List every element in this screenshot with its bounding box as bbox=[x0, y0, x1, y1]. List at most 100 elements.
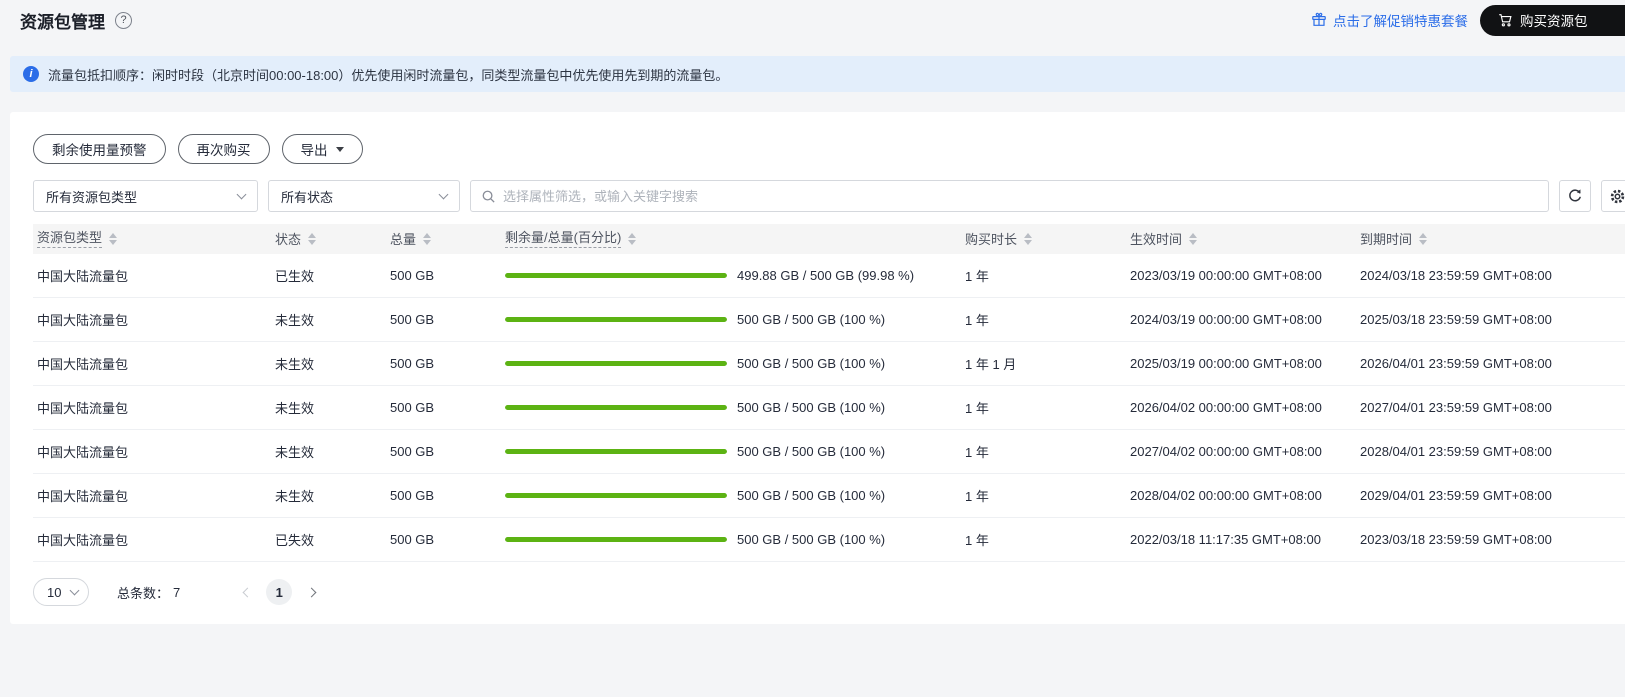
sort-desc-icon bbox=[1024, 240, 1033, 245]
cell-start-time: 2023/03/19 00:00:00 GMT+08:00 bbox=[1130, 268, 1322, 283]
cell-total: 500 GB bbox=[390, 268, 435, 283]
progress-bar-fill bbox=[505, 449, 727, 454]
promo-link[interactable]: 点击了解促销特惠套餐 bbox=[1311, 10, 1468, 30]
progress-track bbox=[505, 449, 727, 454]
table-header-cell[interactable]: 生效时间 bbox=[1126, 232, 1356, 247]
cell-duration: 1 年 bbox=[965, 401, 989, 416]
cell-duration: 1 年 bbox=[965, 533, 989, 548]
table-header-cell[interactable]: 状态 bbox=[271, 232, 386, 247]
sort-icon[interactable] bbox=[1189, 233, 1198, 245]
type-filter-select[interactable]: 所有资源包类型 bbox=[33, 180, 258, 212]
progress-bar-fill bbox=[505, 361, 727, 366]
status-filter-value: 所有状态 bbox=[281, 189, 334, 205]
cell-status: 未生效 bbox=[275, 445, 315, 460]
cell-package-type: 中国大陆流量包 bbox=[37, 489, 129, 504]
cell-remaining: 500 GB / 500 GB (100 %) bbox=[501, 444, 961, 459]
table-row[interactable]: 中国大陆流量包 已生效 500 GB 499.88 GB / 500 GB (9… bbox=[33, 254, 1625, 298]
cell-start-time: 2026/04/02 00:00:00 GMT+08:00 bbox=[1130, 400, 1322, 415]
progress-track bbox=[505, 537, 727, 542]
progress-wrap: 500 GB / 500 GB (100 %) bbox=[505, 488, 961, 503]
sort-icon[interactable] bbox=[423, 233, 432, 245]
sort-icon[interactable] bbox=[1419, 233, 1428, 245]
table-header-cell[interactable]: 资源包类型 bbox=[33, 230, 271, 248]
settings-button[interactable] bbox=[1601, 180, 1625, 212]
sort-icon[interactable] bbox=[628, 233, 637, 245]
cell-package-type: 中国大陆流量包 bbox=[37, 269, 129, 284]
cell-total: 500 GB bbox=[390, 400, 435, 415]
total-count-label: 总条数： bbox=[117, 585, 170, 601]
sort-asc-icon bbox=[628, 233, 637, 238]
table-row[interactable]: 中国大陆流量包 未生效 500 GB 500 GB / 500 GB (100 … bbox=[33, 386, 1625, 430]
column-label: 购买时长 bbox=[965, 231, 1018, 247]
sort-asc-icon bbox=[1189, 233, 1198, 238]
cell-package-type: 中国大陆流量包 bbox=[37, 401, 129, 416]
cell-status: 已失效 bbox=[275, 533, 315, 548]
buy-resource-label: 购买资源包 bbox=[1520, 14, 1588, 29]
sort-icon[interactable] bbox=[109, 233, 118, 245]
export-button[interactable]: 导出 bbox=[281, 134, 363, 164]
progress-label: 500 GB / 500 GB (100 %) bbox=[737, 312, 886, 327]
cell-remaining: 499.88 GB / 500 GB (99.98 %) bbox=[501, 268, 961, 283]
table-row[interactable]: 中国大陆流量包 已失效 500 GB 500 GB / 500 GB (100 … bbox=[33, 518, 1625, 562]
cart-icon bbox=[1498, 13, 1513, 28]
progress-label: 500 GB / 500 GB (100 %) bbox=[737, 532, 886, 547]
rebuy-label: 再次购买 bbox=[196, 143, 251, 158]
progress-wrap: 499.88 GB / 500 GB (99.98 %) bbox=[505, 268, 961, 283]
table-row[interactable]: 中国大陆流量包 未生效 500 GB 500 GB / 500 GB (100 … bbox=[33, 474, 1625, 518]
progress-wrap: 500 GB / 500 GB (100 %) bbox=[505, 400, 961, 415]
cell-start-time: 2025/03/19 00:00:00 GMT+08:00 bbox=[1130, 356, 1322, 371]
progress-track bbox=[505, 493, 727, 498]
status-filter-select[interactable]: 所有状态 bbox=[268, 180, 460, 212]
cell-package-type: 中国大陆流量包 bbox=[37, 357, 129, 372]
table-header-row: 资源包类型 状态 总量 剩余量/总量(百分比) 购买时长 生效时间 到期时间 bbox=[33, 224, 1625, 254]
chevron-down-icon bbox=[69, 585, 80, 596]
progress-bar-fill bbox=[505, 317, 727, 322]
table-body: 中国大陆流量包 已生效 500 GB 499.88 GB / 500 GB (9… bbox=[33, 254, 1625, 562]
main-panel: 剩余使用量预警 再次购买 导出 所有资源包类型 所有状态 选择属性筛选，或输入关… bbox=[10, 112, 1625, 624]
progress-track bbox=[505, 273, 727, 278]
progress-track bbox=[505, 405, 727, 410]
table-header-cell[interactable]: 购买时长 bbox=[961, 232, 1126, 247]
buy-resource-button[interactable]: 购买资源包 bbox=[1480, 4, 1625, 36]
cell-remaining: 500 GB / 500 GB (100 %) bbox=[501, 488, 961, 503]
rebuy-button[interactable]: 再次购买 bbox=[177, 134, 270, 164]
cell-end-time: 2026/04/01 23:59:59 GMT+08:00 bbox=[1360, 356, 1552, 371]
progress-label: 500 GB / 500 GB (100 %) bbox=[737, 444, 886, 459]
sort-asc-icon bbox=[109, 233, 118, 238]
promo-link-label: 点击了解促销特惠套餐 bbox=[1333, 14, 1468, 29]
sort-desc-icon bbox=[308, 240, 317, 245]
sort-icon[interactable] bbox=[308, 233, 317, 245]
refresh-button[interactable] bbox=[1559, 180, 1591, 212]
column-label: 总量 bbox=[390, 231, 417, 247]
usage-warning-button[interactable]: 剩余使用量预警 bbox=[33, 134, 166, 164]
cell-remaining: 500 GB / 500 GB (100 %) bbox=[501, 400, 961, 415]
sort-icon[interactable] bbox=[1024, 233, 1033, 245]
table-header-cell[interactable]: 总量 bbox=[386, 232, 501, 247]
table-row[interactable]: 中国大陆流量包 未生效 500 GB 500 GB / 500 GB (100 … bbox=[33, 342, 1625, 386]
cell-duration: 1 年 bbox=[965, 489, 989, 504]
table-header-cell[interactable]: 到期时间 bbox=[1356, 232, 1621, 247]
progress-bar-fill bbox=[505, 273, 727, 278]
progress-bar-fill bbox=[505, 493, 727, 498]
cell-end-time: 2027/04/01 23:59:59 GMT+08:00 bbox=[1360, 400, 1552, 415]
table-row[interactable]: 中国大陆流量包 未生效 500 GB 500 GB / 500 GB (100 … bbox=[33, 430, 1625, 474]
cell-remaining: 500 GB / 500 GB (100 %) bbox=[501, 356, 961, 371]
next-page-button[interactable] bbox=[306, 581, 317, 603]
toolbar: 剩余使用量预警 再次购买 导出 bbox=[33, 134, 1625, 164]
resource-table: 资源包类型 状态 总量 剩余量/总量(百分比) 购买时长 生效时间 到期时间 中… bbox=[33, 224, 1625, 562]
sort-asc-icon bbox=[1419, 233, 1428, 238]
progress-wrap: 500 GB / 500 GB (100 %) bbox=[505, 532, 961, 547]
page-size-select[interactable]: 10 bbox=[33, 578, 89, 606]
prev-page-button[interactable] bbox=[242, 581, 253, 603]
total-count-value: 7 bbox=[173, 584, 181, 600]
current-page-button[interactable]: 1 bbox=[266, 579, 293, 605]
help-icon[interactable]: ? bbox=[115, 11, 132, 29]
cell-duration: 1 年 bbox=[965, 269, 989, 284]
cell-end-time: 2025/03/18 23:59:59 GMT+08:00 bbox=[1360, 312, 1552, 327]
table-row[interactable]: 中国大陆流量包 未生效 500 GB 500 GB / 500 GB (100 … bbox=[33, 298, 1625, 342]
resource-package-page: { "header": { "title": "资源包管理", "promo_l… bbox=[0, 0, 1625, 697]
table-header-cell[interactable]: 剩余量/总量(百分比) bbox=[501, 230, 961, 248]
search-input[interactable] bbox=[503, 188, 1538, 204]
cell-remaining: 500 GB / 500 GB (100 %) bbox=[501, 312, 961, 327]
search-box bbox=[470, 180, 1549, 212]
